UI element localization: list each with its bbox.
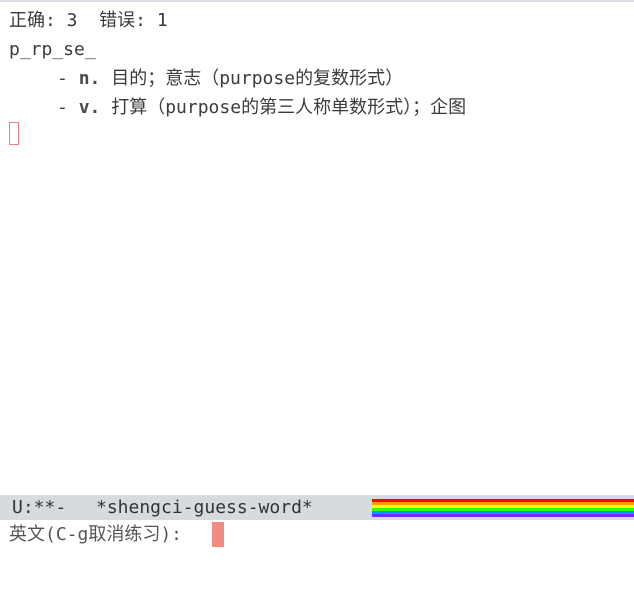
part-of-speech: v.: [78, 97, 101, 118]
word-pattern: p_rp_se_: [9, 39, 96, 60]
score-line: 正确: 3 错误: 1: [9, 10, 168, 31]
minibuffer-input[interactable]: [212, 522, 224, 547]
part-of-speech: n.: [78, 68, 101, 89]
editor-buffer[interactable]: 正确: 3 错误: 1 p_rp_se_ - n. 目的；意志（purpose的…: [9, 6, 629, 122]
definition-line-verb: - v. 打算（purpose的第三人称单数形式）；企图: [9, 93, 629, 122]
rainbow-band: [372, 514, 634, 517]
minibuffer-prompt: 英文(C-g取消练习):: [9, 524, 193, 545]
rainbow-progress-icon: [372, 499, 634, 517]
buffer-status: U:**-: [12, 497, 67, 518]
buffer-name: *shengci-guess-word*: [96, 497, 313, 518]
mode-line: U:**- *shengci-guess-word*: [0, 495, 634, 520]
definition-line-noun: - n. 目的；意志（purpose的复数形式）: [9, 64, 629, 93]
buffer-cursor: [9, 122, 19, 145]
definition-text: 目的；意志（purpose的复数形式）: [100, 68, 404, 89]
definition-dash: -: [57, 68, 79, 89]
window-top-border: [0, 0, 634, 2]
definition-dash: -: [57, 97, 79, 118]
definition-text: 打算（purpose的第三人称单数形式）；企图: [100, 97, 467, 118]
